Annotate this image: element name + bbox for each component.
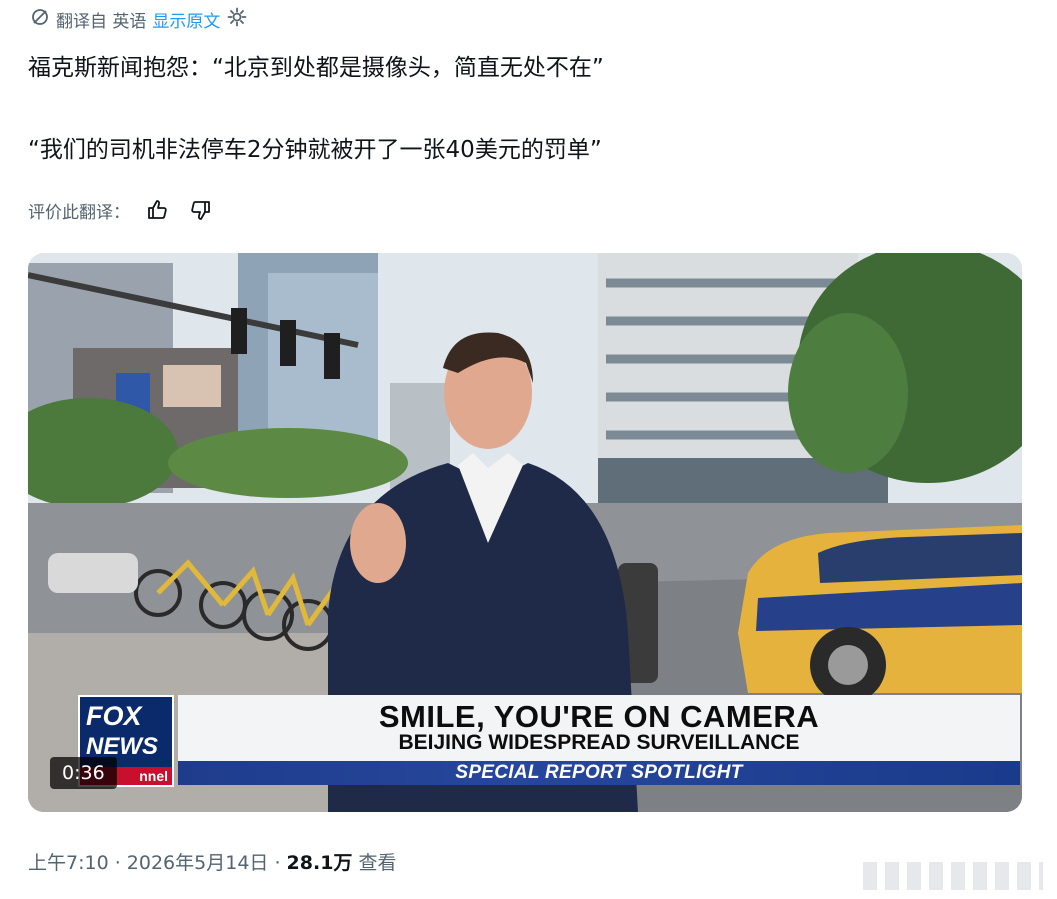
post-text-line-1: 福克斯新闻抱怨：“北京到处都是摄像头，简直无处不在” [28,55,604,81]
thumbs-up-icon[interactable] [144,196,172,224]
translate-slash-icon [30,7,50,32]
show-original-link[interactable]: 显示原文 [152,7,220,32]
view-count: 28.1万 [286,852,353,874]
meta-separator: · [108,852,127,874]
gear-icon[interactable] [226,6,248,33]
post-time[interactable]: 上午7:10 [28,852,109,874]
translated-from-label: 翻译自 英语 [56,11,147,32]
logo-news-text: NEWS [86,733,158,760]
post-date[interactable]: 2026年5月14日 [127,852,269,874]
view-count-label: 查看 [352,852,397,874]
logo-fox-text: FOX [86,701,142,731]
video-duration-badge: 0:36 [50,757,117,789]
video-player[interactable]: SMILE, YOU'RE ON CAMERA BEIJING WIDESPRE… [28,253,1022,812]
post-text-line-2: “我们的司机非法停车2分钟就被开了一张40美元的罚单” [28,137,602,163]
news-lower-third: SMILE, YOU'RE ON CAMERA BEIJING WIDESPRE… [78,695,1020,787]
segment-text: SPECIAL REPORT SPOTLIGHT [455,762,743,783]
post-meta: 上午7:10 · 2026年5月14日 · 28.1万 查看 [28,848,396,875]
headline-banner: SMILE, YOU'RE ON CAMERA BEIJING WIDESPRE… [178,695,1020,762]
thumbs-down-icon[interactable] [186,196,214,224]
subheadline-text: BEIJING WIDESPREAD SURVEILLANCE [398,731,800,754]
meta-separator: · [268,852,287,874]
translation-bar: 翻译自 英语 显示原文 [30,6,248,32]
watermark-strip [863,862,1043,890]
rate-translation: 评价此翻译： [28,196,214,224]
rate-translation-label: 评价此翻译： [28,202,130,223]
headline-text: SMILE, YOU'RE ON CAMERA [378,699,820,734]
segment-banner: SPECIAL REPORT SPOTLIGHT [178,761,1020,785]
